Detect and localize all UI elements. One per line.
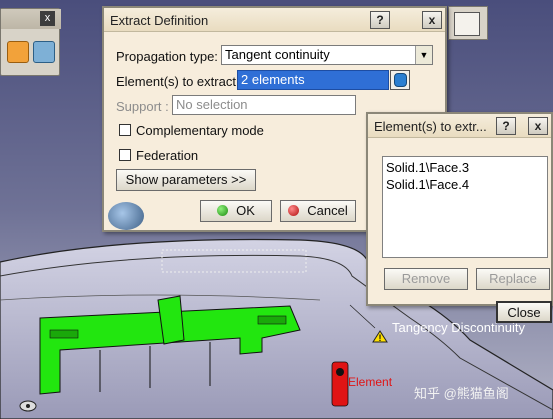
toolbar-tool-icon[interactable] <box>454 12 480 36</box>
tool-palette: x <box>0 8 61 76</box>
element-list-button[interactable] <box>390 70 410 90</box>
propagation-type-value: Tangent continuity <box>225 47 330 62</box>
list-item[interactable]: Solid.1\Face.4 <box>386 176 544 193</box>
remove-button[interactable]: Remove <box>384 268 468 290</box>
extract-dialog-titlebar: Extract Definition ? x <box>104 8 445 32</box>
support-field[interactable]: No selection <box>172 95 356 115</box>
blue-cubes-icon[interactable] <box>33 41 55 63</box>
right-toolbar <box>448 6 488 40</box>
federation-checkbox[interactable] <box>119 149 131 161</box>
ok-button[interactable]: OK <box>200 200 272 222</box>
cancel-button[interactable]: Cancel <box>280 200 356 222</box>
elements-dialog-titlebar: Element(s) to extr... ? x <box>368 114 551 138</box>
propagation-type-select[interactable]: Tangent continuity ▼ <box>221 45 433 65</box>
list-edit-icon <box>394 73 407 87</box>
compass-icon[interactable] <box>19 400 37 412</box>
elements-list-dialog: Element(s) to extr... ? x Solid.1\Face.3… <box>366 112 553 323</box>
chevron-down-icon[interactable]: ▼ <box>415 46 432 64</box>
elements-dialog-body: Solid.1\Face.3 Solid.1\Face.4 Remove Rep… <box>368 138 552 323</box>
propagation-type-label: Propagation type: <box>116 49 218 64</box>
palette-close-button[interactable]: x <box>40 11 55 26</box>
svg-text:!: ! <box>379 333 382 343</box>
close-button[interactable]: Close <box>496 301 552 323</box>
elements-to-extract-field[interactable]: 2 elements <box>237 70 389 90</box>
globe-icon <box>108 202 144 230</box>
cancel-icon <box>288 205 300 216</box>
replace-button[interactable]: Replace <box>476 268 550 290</box>
selected-element-red <box>331 361 349 407</box>
extract-close-button[interactable]: x <box>422 11 442 29</box>
federation-label: Federation <box>136 148 199 163</box>
support-label: Support : <box>116 99 169 114</box>
element-label: Element <box>348 375 393 389</box>
complementary-checkbox[interactable] <box>119 124 131 136</box>
elements-help-button[interactable]: ? <box>496 117 516 135</box>
orange-cube-icon[interactable] <box>7 41 29 63</box>
elements-list[interactable]: Solid.1\Face.3 Solid.1\Face.4 <box>382 156 548 258</box>
show-parameters-button[interactable]: Show parameters >> <box>116 169 256 191</box>
complementary-label: Complementary mode <box>136 123 264 138</box>
elements-dialog-title: Element(s) to extr... <box>374 119 487 134</box>
extract-help-button[interactable]: ? <box>370 11 390 29</box>
list-item[interactable]: Solid.1\Face.3 <box>386 159 544 176</box>
elements-close-icon-button[interactable]: x <box>528 117 548 135</box>
watermark: 知乎 @熊猫鱼阁 <box>414 386 509 401</box>
elements-to-extract-label: Element(s) to extract <box>116 74 236 89</box>
ok-icon <box>217 205 229 216</box>
extract-dialog-title: Extract Definition <box>110 13 209 28</box>
